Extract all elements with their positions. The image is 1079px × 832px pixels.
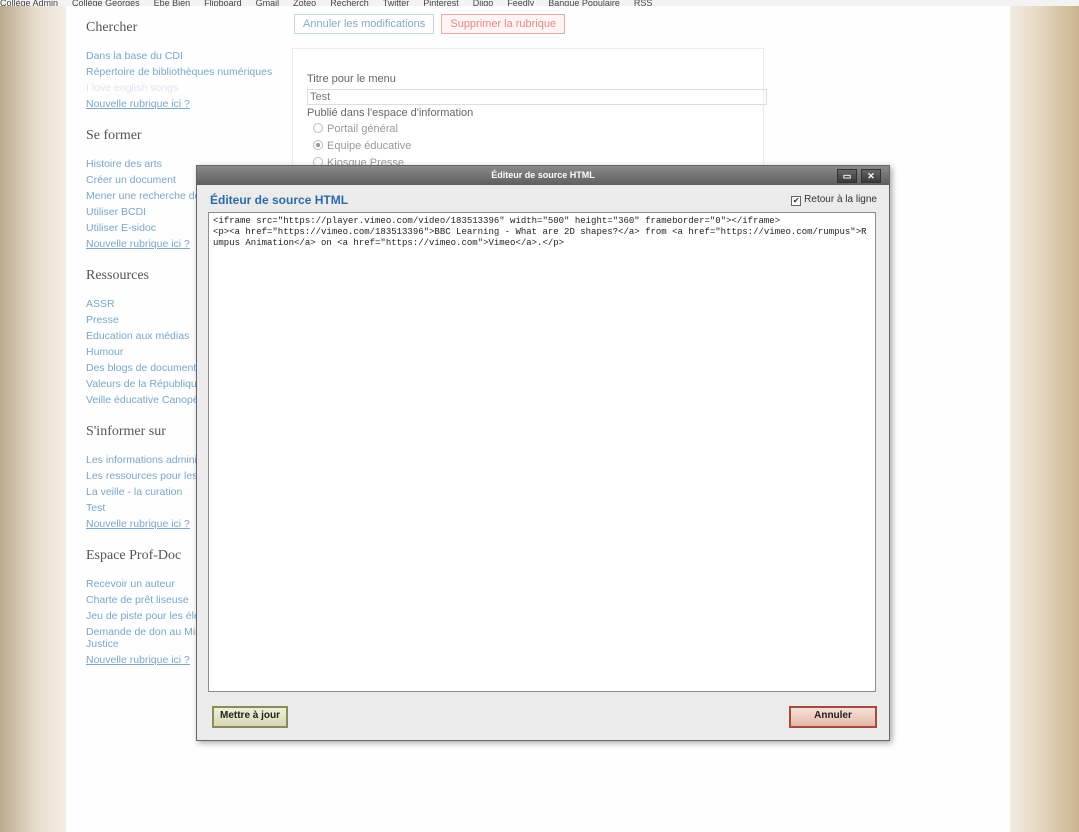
menu-title-input[interactable]: Test: [307, 89, 767, 105]
sidebar-section-title: Se former: [86, 128, 142, 143]
radio-icon: [313, 140, 323, 150]
dialog-titlebar[interactable]: Éditeur de source HTML ▭ ✕: [197, 166, 889, 185]
radio-equipe-educative[interactable]: Equipe éducative: [313, 140, 411, 152]
bookmark-link[interactable]: Collège Admin: [0, 0, 58, 6]
word-wrap-option[interactable]: ✔ Retour à la ligne: [791, 194, 877, 206]
word-wrap-label: Retour à la ligne: [804, 194, 877, 205]
cancel-button[interactable]: Annuler: [789, 706, 877, 728]
sidebar-link[interactable]: I love english songs: [86, 82, 276, 94]
update-button[interactable]: Mettre à jour: [212, 706, 289, 728]
menu-title-label: Titre pour le menu: [307, 73, 396, 85]
checkbox-icon[interactable]: ✔: [791, 196, 802, 206]
sidebar-link[interactable]: Répertoire de bibliothèques numériques: [86, 66, 276, 78]
space-label: Publié dans l'espace d'information: [307, 107, 474, 119]
radio-label: Equipe éducative: [327, 140, 412, 152]
cancel-changes-button[interactable]: Annuler les modifications: [294, 14, 435, 34]
sidebar-section-title: Chercher: [86, 20, 138, 35]
delete-section-button[interactable]: Supprimer la rubrique: [441, 14, 566, 34]
radio-icon: [313, 123, 323, 133]
dialog-header: Éditeur de source HTML: [210, 193, 349, 207]
top-buttons: Annuler les modifications Supprimer la r…: [294, 14, 569, 34]
dialog-title: Éditeur de source HTML: [491, 170, 595, 180]
sidebar-section: Chercher Dans la base du CDI Répertoire de…: [86, 20, 276, 110]
maximize-icon[interactable]: ▭: [837, 169, 857, 183]
close-icon[interactable]: ✕: [861, 169, 881, 183]
html-source-textarea[interactable]: <iframe src="https://player.vimeo.com/vi…: [208, 212, 876, 692]
radio-label: Portail général: [327, 123, 398, 135]
html-source-editor-dialog: Éditeur de source HTML ▭ ✕ Éditeur de so…: [196, 165, 890, 741]
sidebar-link[interactable]: Nouvelle rubrique ici ?: [86, 98, 276, 110]
radio-portail-general[interactable]: Portail général: [313, 123, 398, 135]
sidebar-link[interactable]: Dans la base du CDI: [86, 50, 276, 62]
